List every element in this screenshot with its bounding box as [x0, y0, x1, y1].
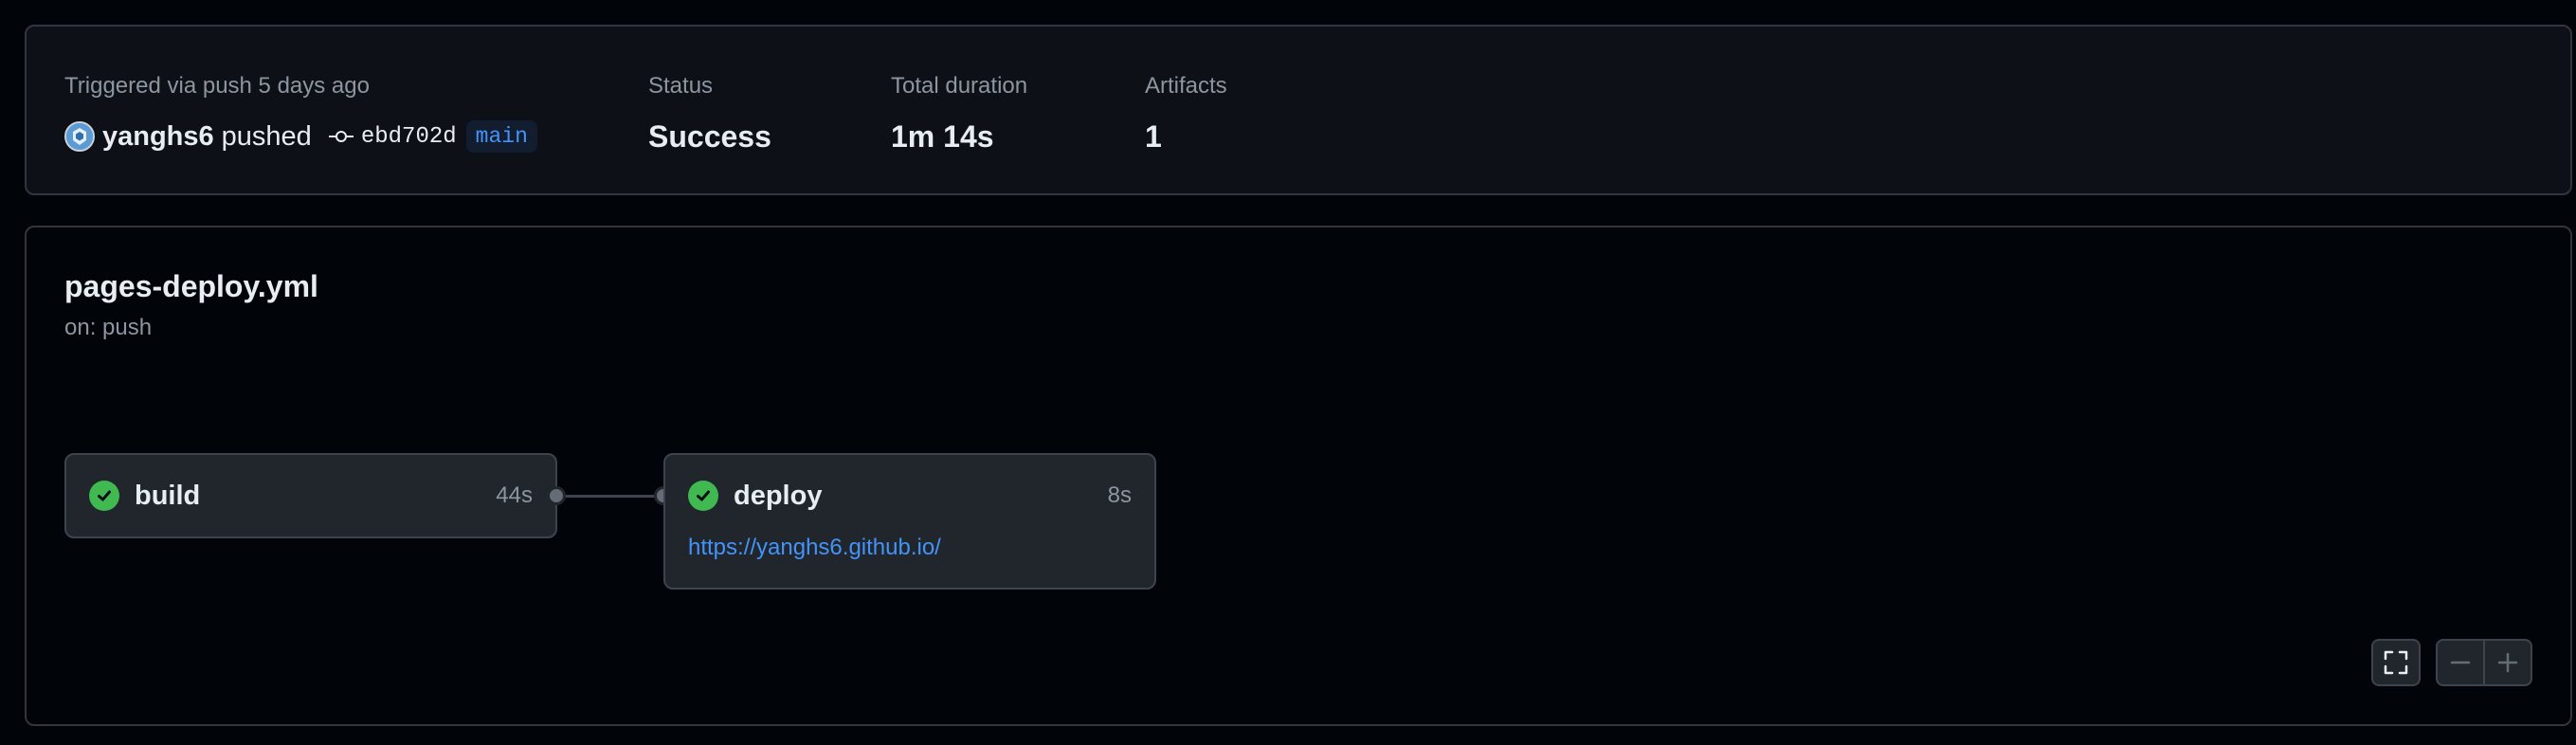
branch-badge[interactable]: main — [465, 120, 537, 153]
check-circle-icon — [89, 481, 119, 511]
zoom-in-icon — [2497, 652, 2518, 673]
status-column: Status Success — [648, 72, 771, 155]
status-value: Success — [648, 119, 771, 154]
artifacts-value[interactable]: 1 — [1145, 118, 1227, 155]
fullscreen-button[interactable] — [2371, 639, 2421, 686]
job-card-build[interactable]: build 44s — [64, 453, 557, 538]
workflow-graph: pages-deploy.yml on: push build 44s depl… — [25, 226, 2572, 726]
actor-link[interactable]: yanghs6 — [102, 121, 214, 153]
trigger-details: yanghs6 pushed ebd702d main — [64, 118, 537, 155]
workflow-file-name: pages-deploy.yml — [64, 269, 318, 303]
check-circle-icon — [688, 481, 718, 511]
job-name: deploy — [734, 480, 823, 511]
commit-sha-link[interactable]: ebd702d — [361, 124, 457, 150]
artifacts-column: Artifacts 1 — [1145, 72, 1227, 155]
job-header: build — [89, 455, 200, 536]
zoom-out-icon — [2450, 661, 2471, 664]
job-header: deploy — [688, 455, 822, 536]
run-summary: Triggered via push 5 days ago yanghs6 pu… — [25, 25, 2572, 195]
duration-column: Total duration 1m 14s — [891, 72, 1027, 155]
user-avatar[interactable] — [64, 121, 95, 152]
job-card-deploy[interactable]: deploy 8s https://yanghs6.github.io/ — [663, 453, 1156, 590]
avatar-image — [66, 123, 93, 150]
zoom-out-button[interactable] — [2438, 641, 2483, 684]
job-duration: 44s — [496, 482, 533, 508]
artifacts-label: Artifacts — [1145, 73, 1227, 99]
duration-value: 1m 14s — [891, 119, 994, 154]
trigger-label: Triggered via push 5 days ago — [64, 73, 370, 99]
job-name: build — [135, 480, 201, 511]
status-label: Status — [648, 73, 714, 99]
deployment-url-link[interactable]: https://yanghs6.github.io/ — [688, 535, 941, 561]
job-duration: 8s — [1107, 482, 1132, 508]
job-connector — [559, 495, 663, 498]
action-text: pushed — [221, 120, 312, 152]
git-commit-icon — [328, 129, 354, 144]
job-output-node — [547, 486, 566, 505]
duration-label: Total duration — [891, 73, 1028, 99]
trigger-column: Triggered via push 5 days ago yanghs6 pu… — [64, 72, 537, 155]
zoom-button-group — [2438, 641, 2531, 684]
zoom-in-button[interactable] — [2485, 641, 2531, 684]
zoom-controls — [2436, 639, 2532, 686]
workflow-trigger: on: push — [64, 315, 153, 340]
fullscreen-icon — [2384, 650, 2408, 675]
